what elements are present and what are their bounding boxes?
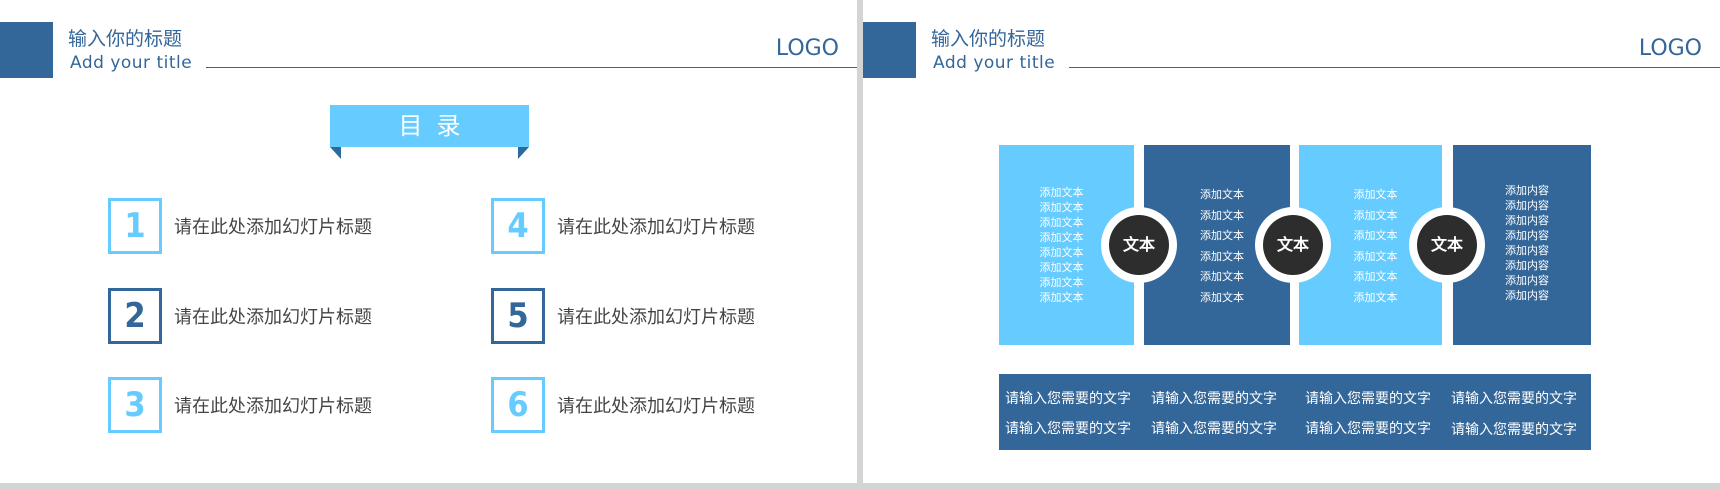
column-line: 添加文本	[1200, 208, 1244, 222]
column-line: 添加文本	[1039, 246, 1084, 259]
slide-toc: 输入你的标题 Add your title LOGO 目录 1 请在此处添加幻灯…	[0, 0, 857, 483]
column-line: 添加文本	[1039, 186, 1084, 199]
bottom-text: 请输入您需要的文字	[1151, 421, 1277, 437]
bottom-text: 请输入您需要的文字	[1305, 421, 1431, 437]
column-line: 添加文本	[1200, 290, 1244, 304]
circle-badge: 文本	[1101, 207, 1177, 283]
column-line: 添加文本	[1353, 249, 1398, 263]
circle-label: 文本	[1109, 215, 1169, 275]
toc-number-box: 2	[108, 288, 162, 344]
bottom-text: 请输入您需要的文字	[1451, 422, 1577, 438]
bottom-text: 请输入您需要的文字	[1451, 391, 1577, 407]
column-line: 添加内容	[1505, 229, 1549, 242]
bottom-text: 请输入您需要的文字	[1305, 391, 1431, 407]
header-accent-block	[863, 22, 916, 78]
header-accent-block	[0, 22, 53, 78]
column-line: 添加文本	[1039, 261, 1084, 274]
slide-title-en: Add your title	[933, 53, 1056, 73]
column-line: 添加内容	[1505, 214, 1549, 227]
toc-number-box: 4	[491, 198, 545, 254]
column-line: 添加文本	[1353, 208, 1398, 222]
column-line: 添加文本	[1200, 188, 1244, 201]
toc-label: 请在此处添加幻灯片标题	[174, 217, 372, 238]
slide-title-en: Add your title	[70, 53, 193, 73]
ribbon-fold-left	[330, 147, 341, 159]
logo: LOGO	[775, 36, 839, 61]
circle-label: 文本	[1263, 215, 1323, 275]
header-divider	[1069, 67, 1720, 68]
column-line: 添加文本	[1200, 270, 1244, 284]
column-line: 添加文本	[1039, 276, 1084, 289]
column-line: 添加文本	[1353, 290, 1398, 304]
bottom-text: 请输入您需要的文字	[1005, 421, 1131, 437]
bottom-text: 请输入您需要的文字	[1151, 391, 1277, 407]
ribbon-fold-right	[518, 147, 529, 159]
toc-label: 请在此处添加幻灯片标题	[174, 396, 372, 417]
column-line: 添加文本	[1039, 231, 1084, 244]
toc-label: 请在此处添加幻灯片标题	[174, 307, 372, 328]
header-divider	[206, 67, 857, 68]
column-line: 添加文本	[1039, 201, 1084, 214]
slide-infographic: 输入你的标题 Add your title LOGO 添加文本 添加文本 添加文…	[863, 0, 1720, 483]
slide-title-cn: 输入你的标题	[68, 28, 183, 50]
column-line: 添加文本	[1353, 188, 1398, 201]
column-line: 添加文本	[1353, 270, 1398, 284]
column-line: 添加文本	[1200, 229, 1244, 243]
column-line: 添加文本	[1039, 291, 1084, 304]
toc-number-box: 3	[108, 377, 162, 433]
toc-label: 请在此处添加幻灯片标题	[557, 307, 755, 328]
circle-badge: 文本	[1255, 207, 1331, 283]
toc-label: 请在此处添加幻灯片标题	[557, 396, 755, 417]
bottom-text: 请输入您需要的文字	[1005, 391, 1131, 407]
column-line: 添加内容	[1505, 259, 1549, 272]
bottom-text-bar: 请输入您需要的文字 请输入您需要的文字 请输入您需要的文字 请输入您需要的文字 …	[999, 374, 1591, 450]
slide-title-cn: 输入你的标题	[931, 28, 1046, 50]
column-line: 添加内容	[1505, 244, 1549, 257]
toc-label: 请在此处添加幻灯片标题	[557, 217, 755, 238]
toc-number-box: 1	[108, 198, 162, 254]
column-line: 添加文本	[1200, 249, 1244, 263]
circle-label: 文本	[1417, 215, 1477, 275]
column-line: 添加文本	[1039, 216, 1084, 229]
circle-badge: 文本	[1409, 207, 1485, 283]
column-line: 添加内容	[1505, 199, 1549, 212]
column-line: 添加文本	[1353, 229, 1398, 243]
toc-number-box: 5	[491, 288, 545, 344]
column-line: 添加内容	[1505, 274, 1549, 287]
logo: LOGO	[1638, 36, 1702, 61]
column-line: 添加内容	[1505, 289, 1549, 302]
toc-number-box: 6	[491, 377, 545, 433]
column-line: 添加内容	[1505, 184, 1549, 197]
toc-ribbon: 目录	[330, 105, 529, 147]
